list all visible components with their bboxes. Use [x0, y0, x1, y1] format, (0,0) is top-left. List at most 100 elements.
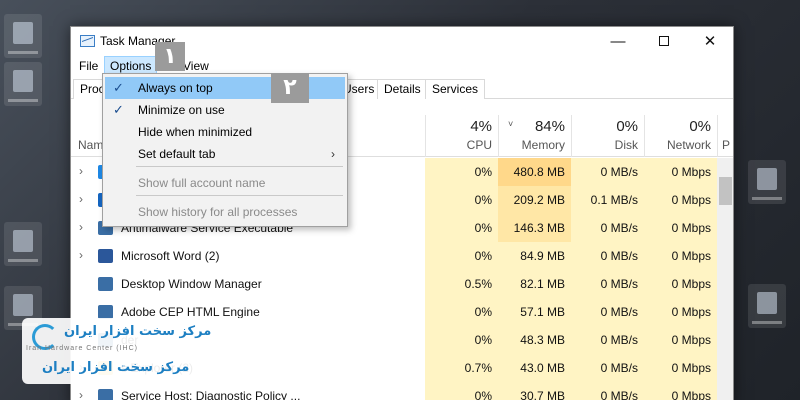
- options-menu-item[interactable]: Hide when minimized: [105, 121, 345, 143]
- disk-total-percent: 0%: [616, 118, 638, 135]
- tab-services[interactable]: Services: [425, 79, 486, 99]
- process-cpu: 0.5%: [425, 270, 498, 298]
- desktop-shortcut-icon[interactable]: [4, 62, 42, 106]
- options-menu-item: Show history for all processes: [105, 201, 345, 223]
- power-column-label: P: [722, 138, 731, 152]
- process-icon: [98, 277, 113, 291]
- column-header-power[interactable]: P: [717, 115, 733, 157]
- tab-details[interactable]: Details: [377, 79, 428, 99]
- process-network: 0 Mbps: [644, 214, 717, 242]
- close-icon: ✕: [703, 33, 717, 50]
- desktop-shortcut-icon[interactable]: [748, 160, 786, 204]
- process-row[interactable]: › Microsoft Word (2) 0% 84.9 MB 0 MB/s 0 Mbps: [71, 242, 733, 270]
- expand-chevron-icon[interactable]: ›: [79, 220, 83, 234]
- process-name: Microsoft Word (2): [121, 249, 220, 263]
- process-icon: [98, 305, 113, 319]
- step-badge-1: ۱: [155, 42, 185, 71]
- process-icon: [98, 249, 113, 263]
- column-header-network[interactable]: 0% Network: [644, 115, 717, 157]
- watermark-brand-text: مرکز سخت افزار ایران: [64, 324, 212, 339]
- options-menu-item-label: Set default tab: [138, 147, 216, 161]
- process-memory: 480.8 MB: [498, 158, 571, 186]
- process-cpu: 0.7%: [425, 354, 498, 382]
- process-disk: 0 MB/s: [571, 354, 644, 382]
- process-disk: 0 MB/s: [571, 214, 644, 242]
- process-network: 0 Mbps: [644, 242, 717, 270]
- maximize-button[interactable]: [641, 27, 687, 55]
- process-row[interactable]: › Service Host: Diagnostic Policy ... 0% 30…: [71, 382, 733, 400]
- process-name: Service Host: Diagnostic Policy ...: [121, 389, 301, 400]
- process-cpu: 0%: [425, 186, 498, 214]
- close-button[interactable]: ✕: [687, 27, 733, 55]
- column-header-disk[interactable]: 0% Disk: [571, 115, 644, 157]
- process-name: Desktop Window Manager: [121, 277, 262, 291]
- options-menu-item[interactable]: Set default tab ›: [105, 143, 345, 165]
- options-menu-item-label: Hide when minimized: [138, 125, 253, 139]
- minimize-button[interactable]: —: [595, 27, 641, 55]
- process-disk: 0 MB/s: [571, 298, 644, 326]
- process-disk: 0.1 MB/s: [571, 186, 644, 214]
- expand-chevron-icon[interactable]: ›: [79, 248, 83, 262]
- menu-file[interactable]: File: [74, 56, 103, 76]
- process-memory: 82.1 MB: [498, 270, 571, 298]
- menu-separator: [136, 195, 343, 196]
- options-dropdown-menu: ✓ Always on top ✓ Minimize on use Hide when …: [102, 73, 348, 227]
- options-menu-item-label: Show history for all processes: [138, 205, 298, 219]
- task-manager-app-icon: [80, 35, 95, 47]
- process-disk: 0 MB/s: [571, 242, 644, 270]
- sort-descending-icon: ˅: [508, 119, 514, 129]
- disk-column-label: Disk: [614, 138, 638, 152]
- process-network: 0 Mbps: [644, 270, 717, 298]
- cpu-total-percent: 4%: [470, 118, 492, 135]
- cpu-column-label: CPU: [466, 138, 492, 152]
- desktop-shortcut-icon[interactable]: [748, 284, 786, 328]
- process-network: 0 Mbps: [644, 186, 717, 214]
- process-icon: [98, 389, 113, 400]
- process-disk: 0 MB/s: [571, 326, 644, 354]
- process-memory: 57.1 MB: [498, 298, 571, 326]
- checkmark-icon: ✓: [113, 102, 124, 117]
- options-menu-item[interactable]: ✓ Always on top: [105, 77, 345, 99]
- process-cpu: 0%: [425, 298, 498, 326]
- process-disk: 0 MB/s: [571, 382, 644, 400]
- expand-chevron-icon[interactable]: ›: [79, 192, 83, 206]
- desktop-shortcut-icon[interactable]: [4, 14, 42, 58]
- expand-chevron-icon[interactable]: ›: [79, 164, 83, 178]
- options-menu-item: Show full account name: [105, 172, 345, 194]
- column-header-cpu[interactable]: 4% CPU: [425, 115, 498, 157]
- maximize-icon: [659, 36, 669, 46]
- process-disk: 0 MB/s: [571, 270, 644, 298]
- desktop-shortcut-icon[interactable]: [4, 222, 42, 266]
- memory-column-label: Memory: [521, 138, 565, 152]
- watermark-logo: مرکز سخت افزار ایران Iran Hardware Cente…: [22, 318, 298, 384]
- process-cpu: 0%: [425, 214, 498, 242]
- expand-chevron-icon[interactable]: ›: [79, 388, 83, 400]
- watermark-brand-text-2: مرکز سخت افزار ایران: [42, 360, 190, 375]
- minimize-icon: —: [610, 32, 626, 50]
- checkmark-icon: ✓: [113, 80, 124, 95]
- process-cpu: 0%: [425, 242, 498, 270]
- process-memory: 43.0 MB: [498, 354, 571, 382]
- scrollbar-thumb[interactable]: [719, 177, 732, 205]
- menu-separator: [136, 166, 343, 167]
- column-header-memory[interactable]: ˅ 84% Memory: [498, 115, 571, 157]
- options-menu-item-label: Minimize on use: [138, 103, 225, 117]
- process-network: 0 Mbps: [644, 326, 717, 354]
- process-cpu: 0%: [425, 158, 498, 186]
- process-memory: 30.7 MB: [498, 382, 571, 400]
- process-memory: 209.2 MB: [498, 186, 571, 214]
- submenu-arrow-icon: ›: [331, 147, 335, 161]
- options-menu-item[interactable]: ✓ Minimize on use: [105, 99, 345, 121]
- process-network: 0 Mbps: [644, 158, 717, 186]
- process-disk: 0 MB/s: [571, 158, 644, 186]
- process-network: 0 Mbps: [644, 382, 717, 400]
- process-memory: 146.3 MB: [498, 214, 571, 242]
- process-cpu: 0%: [425, 326, 498, 354]
- network-total-percent: 0%: [689, 118, 711, 135]
- process-network: 0 Mbps: [644, 298, 717, 326]
- process-memory: 48.3 MB: [498, 326, 571, 354]
- network-column-label: Network: [666, 138, 711, 152]
- process-row[interactable]: Desktop Window Manager 0.5% 82.1 MB 0 MB/s 0…: [71, 270, 733, 298]
- watermark-english-text: Iran Hardware Center (IHC): [26, 345, 138, 352]
- process-network: 0 Mbps: [644, 354, 717, 382]
